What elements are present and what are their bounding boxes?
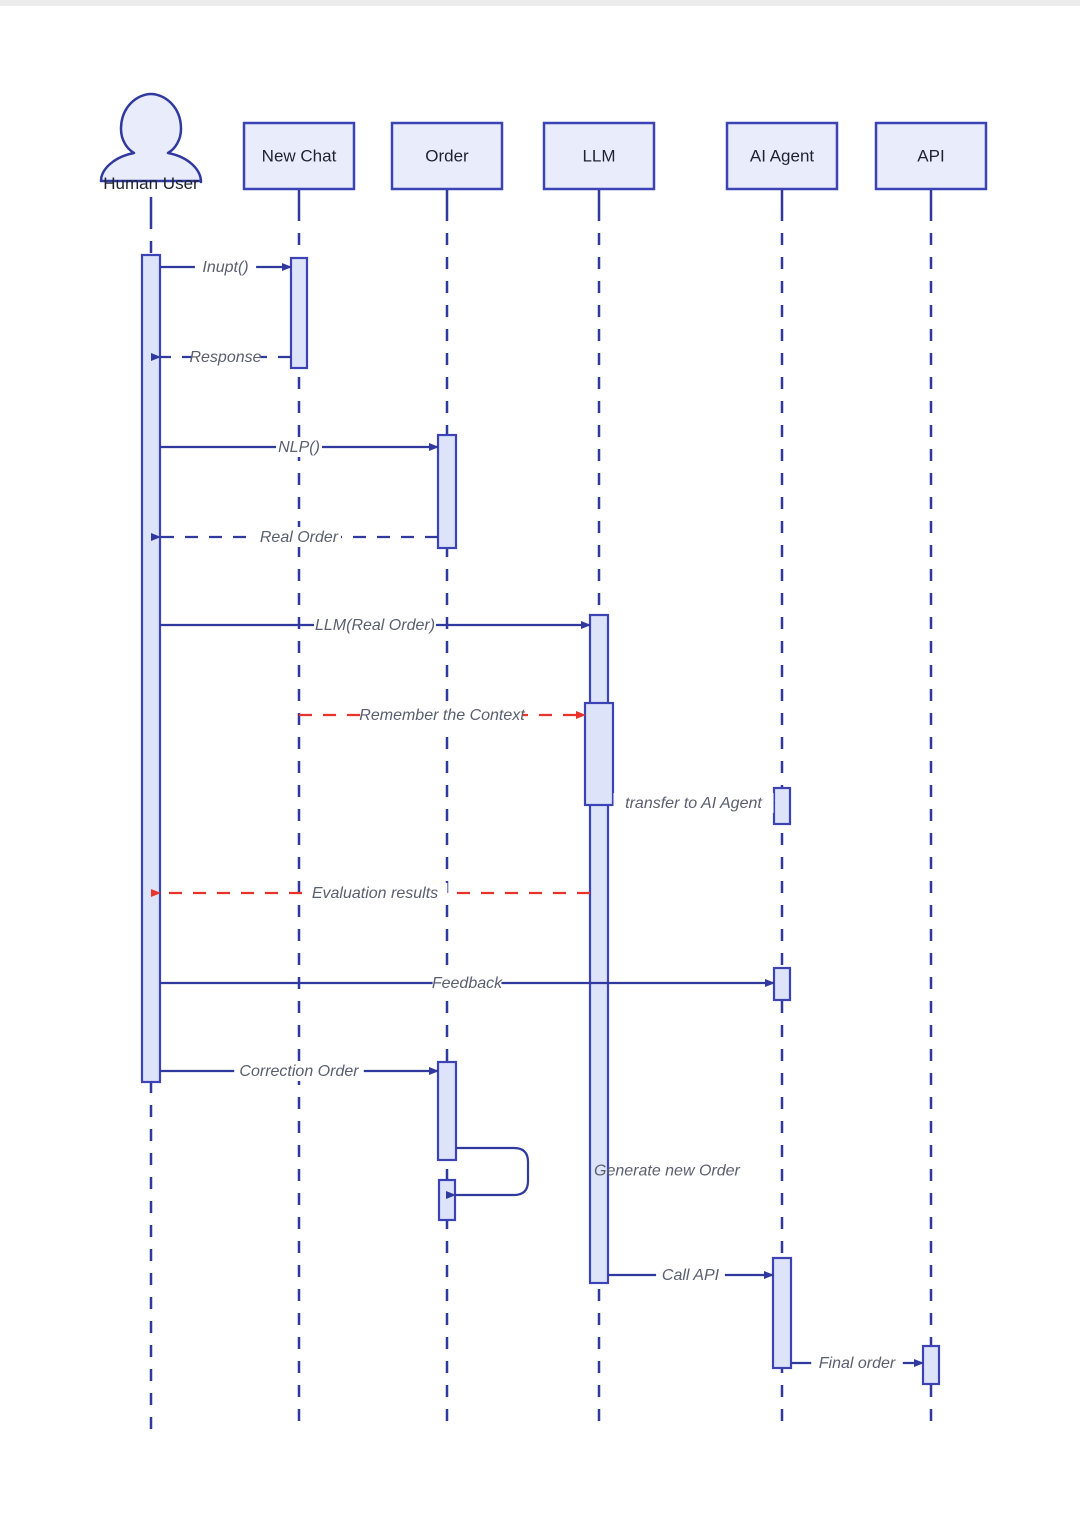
participant-heads-layer: Human User New Chat Order LLM AI Agent API [99, 92, 988, 193]
message-label-m2: Response [189, 349, 261, 366]
message-m4: Real Order [151, 527, 438, 547]
activation-bar-aiagent [772, 786, 792, 826]
messages-layer: Inupt() Response NLP() Real Order LLM(Real O… [151, 257, 924, 1373]
actor-icon [99, 92, 203, 184]
activation-bar-aiagent [771, 1256, 793, 1370]
participant-label-newchat: New Chat [262, 146, 337, 165]
participant-api[interactable]: API [874, 121, 988, 191]
participant-human[interactable]: Human User [99, 92, 203, 193]
message-label-m8: Evaluation results [312, 885, 438, 902]
activations-layer [140, 253, 941, 1386]
message-m5: LLM(Real Order) [160, 615, 591, 635]
message-m10: Correction Order [160, 1061, 439, 1081]
message-label-m10: Correction Order [239, 1063, 359, 1080]
activation-bar-human [140, 253, 162, 1084]
message-label-m11: Generate new Order [594, 1163, 741, 1180]
message-label-m12: Call API [662, 1267, 720, 1284]
message-m2: Response [151, 347, 291, 367]
message-m6: Remember the Context [299, 705, 586, 725]
activation-bar-newchat [289, 256, 309, 370]
activation-bar-order [437, 1178, 457, 1222]
message-m12: Call API [608, 1265, 774, 1285]
message-line-m11 [446, 1146, 530, 1199]
message-label-m5: LLM(Real Order) [315, 617, 435, 634]
sequence-diagram: Inupt() Response NLP() Real Order LLM(Real O… [99, 92, 988, 1430]
activation-bar-api [921, 1344, 941, 1386]
activation-bar-aiagent [772, 966, 792, 1002]
participant-aiagent[interactable]: AI Agent [725, 121, 839, 191]
activation-bar-llm [583, 701, 615, 807]
message-label-m4: Real Order [260, 529, 339, 546]
participant-llm[interactable]: LLM [542, 121, 656, 191]
message-m1: Inupt() [160, 257, 292, 277]
message-m9: Feedback [160, 973, 775, 993]
participant-label-order: Order [425, 146, 469, 165]
message-label-m1: Inupt() [202, 259, 248, 276]
participant-newchat[interactable]: New Chat [242, 121, 356, 191]
participant-order[interactable]: Order [390, 121, 504, 191]
lifelines-layer [149, 189, 933, 1430]
activation-bar-order [436, 433, 458, 550]
message-label-m7: transfer to AI Agent [625, 795, 762, 812]
participant-label-aiagent: AI Agent [750, 146, 815, 165]
activation-bar-order [436, 1060, 458, 1162]
message-label-m13: Final order [819, 1355, 896, 1372]
message-m13: Final order [791, 1353, 924, 1373]
participant-label-human: Human User [103, 174, 199, 193]
message-label-m3: NLP() [278, 439, 320, 456]
message-m7: transfer to AI Agent [613, 793, 775, 813]
message-m8: Evaluation results [151, 883, 590, 903]
message-label-m9: Feedback [432, 975, 503, 992]
message-label-m6: Remember the Context [359, 707, 525, 724]
participant-label-llm: LLM [582, 146, 615, 165]
participant-label-api: API [917, 146, 944, 165]
message-m3: NLP() [160, 437, 439, 457]
